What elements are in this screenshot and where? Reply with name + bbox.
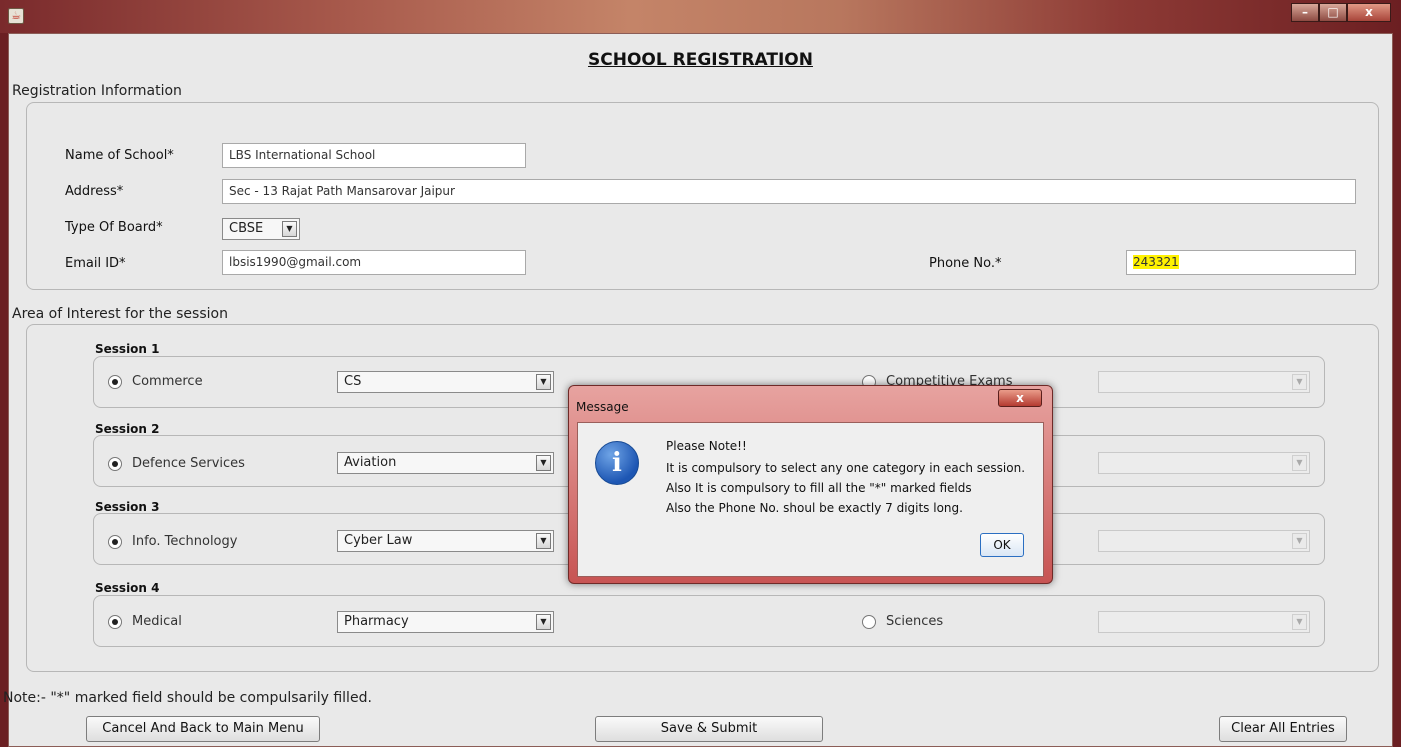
radio-info-technology-label: Info. Technology: [132, 534, 238, 549]
window-titlebar: ☕ – □ x: [0, 0, 1401, 33]
medical-select-value: Pharmacy: [344, 614, 409, 629]
dialog-message-line-4: Also the Phone No. shoul be exactly 7 di…: [666, 501, 963, 515]
radio-unselected-indicator: [862, 614, 876, 629]
radio-selected-indicator: [108, 374, 122, 389]
dialog-message-line-2: It is compulsory to select any one categ…: [666, 461, 1026, 475]
registration-section-label: Registration Information: [12, 83, 182, 99]
phone-value: 243321: [1133, 255, 1179, 269]
session-4-title: Session 4: [95, 581, 160, 595]
board-select[interactable]: CBSE ▼: [222, 218, 300, 240]
medical-select[interactable]: Pharmacy ▼: [337, 611, 554, 633]
required-fields-note: Note:- "*" marked field should be compul…: [3, 690, 372, 706]
ok-button[interactable]: OK: [980, 533, 1024, 557]
session-3-title: Session 3: [95, 500, 160, 514]
radio-medical[interactable]: Medical: [108, 614, 182, 629]
window-controls: – □ x: [1291, 3, 1391, 22]
info-technology-select-value: Cyber Law: [344, 533, 413, 548]
dialog-title: Message: [576, 400, 629, 414]
radio-medical-label: Medical: [132, 614, 182, 629]
dialog-message-line-3: Also It is compulsory to fill all the "*…: [666, 481, 972, 495]
info-icon: i: [595, 441, 639, 485]
save-submit-button[interactable]: Save & Submit: [595, 716, 823, 742]
page-title: SCHOOL REGISTRATION: [588, 50, 813, 70]
session-3-second-select[interactable]: ▼: [1098, 530, 1310, 552]
school-name-label: Name of School*: [65, 148, 174, 163]
competitive-exams-select[interactable]: ▼: [1098, 371, 1310, 393]
java-icon: ☕: [8, 8, 24, 24]
session-2-title: Session 2: [95, 422, 160, 436]
school-name-field[interactable]: LBS International School: [222, 143, 526, 168]
email-field[interactable]: lbsis1990@gmail.com: [222, 250, 526, 275]
defence-select-value: Aviation: [344, 455, 397, 470]
chevron-down-icon: ▼: [1292, 533, 1307, 549]
commerce-select-value: CS: [344, 374, 362, 389]
maximize-button[interactable]: □: [1319, 3, 1347, 22]
dialog-message-line-1: Please Note!!: [666, 439, 747, 453]
cancel-back-button[interactable]: Cancel And Back to Main Menu: [86, 716, 320, 742]
close-button[interactable]: x: [1347, 3, 1391, 22]
chevron-down-icon: ▼: [282, 221, 297, 237]
session-2-second-select[interactable]: ▼: [1098, 452, 1310, 474]
address-label: Address*: [65, 184, 124, 199]
interest-section-label: Area of Interest for the session: [12, 306, 228, 322]
info-technology-select[interactable]: Cyber Law ▼: [337, 530, 554, 552]
chevron-down-icon: ▼: [1292, 374, 1307, 390]
radio-commerce-label: Commerce: [132, 374, 203, 389]
radio-selected-indicator: [108, 534, 122, 549]
chevron-down-icon: ▼: [536, 533, 551, 549]
dialog-close-button[interactable]: x: [998, 389, 1042, 407]
board-select-value: CBSE: [229, 221, 264, 236]
chevron-down-icon: ▼: [1292, 455, 1307, 471]
radio-selected-indicator: [108, 614, 122, 629]
radio-sciences-label: Sciences: [886, 614, 944, 629]
sciences-select[interactable]: ▼: [1098, 611, 1310, 633]
defence-select[interactable]: Aviation ▼: [337, 452, 554, 474]
commerce-select[interactable]: CS ▼: [337, 371, 554, 393]
address-field[interactable]: Sec - 13 Rajat Path Mansarovar Jaipur: [222, 179, 1356, 204]
clear-all-button[interactable]: Clear All Entries: [1219, 716, 1347, 742]
radio-defence-services-label: Defence Services: [132, 456, 245, 471]
session-1-title: Session 1: [95, 342, 160, 356]
email-label: Email ID*: [65, 256, 126, 271]
phone-label: Phone No.*: [929, 256, 1002, 271]
dialog-body: i Please Note!! It is compulsory to sele…: [577, 422, 1044, 577]
radio-commerce[interactable]: Commerce: [108, 374, 203, 389]
chevron-down-icon: ▼: [1292, 614, 1307, 630]
message-dialog: Message x i Please Note!! It is compulso…: [568, 385, 1053, 584]
radio-sciences[interactable]: Sciences: [862, 614, 943, 629]
radio-info-technology[interactable]: Info. Technology: [108, 534, 237, 549]
minimize-button[interactable]: –: [1291, 3, 1319, 22]
radio-defence-services[interactable]: Defence Services: [108, 456, 245, 471]
board-label: Type Of Board*: [65, 220, 163, 235]
radio-selected-indicator: [108, 456, 122, 471]
chevron-down-icon: ▼: [536, 614, 551, 630]
chevron-down-icon: ▼: [536, 374, 551, 390]
phone-field[interactable]: 243321: [1126, 250, 1356, 275]
chevron-down-icon: ▼: [536, 455, 551, 471]
